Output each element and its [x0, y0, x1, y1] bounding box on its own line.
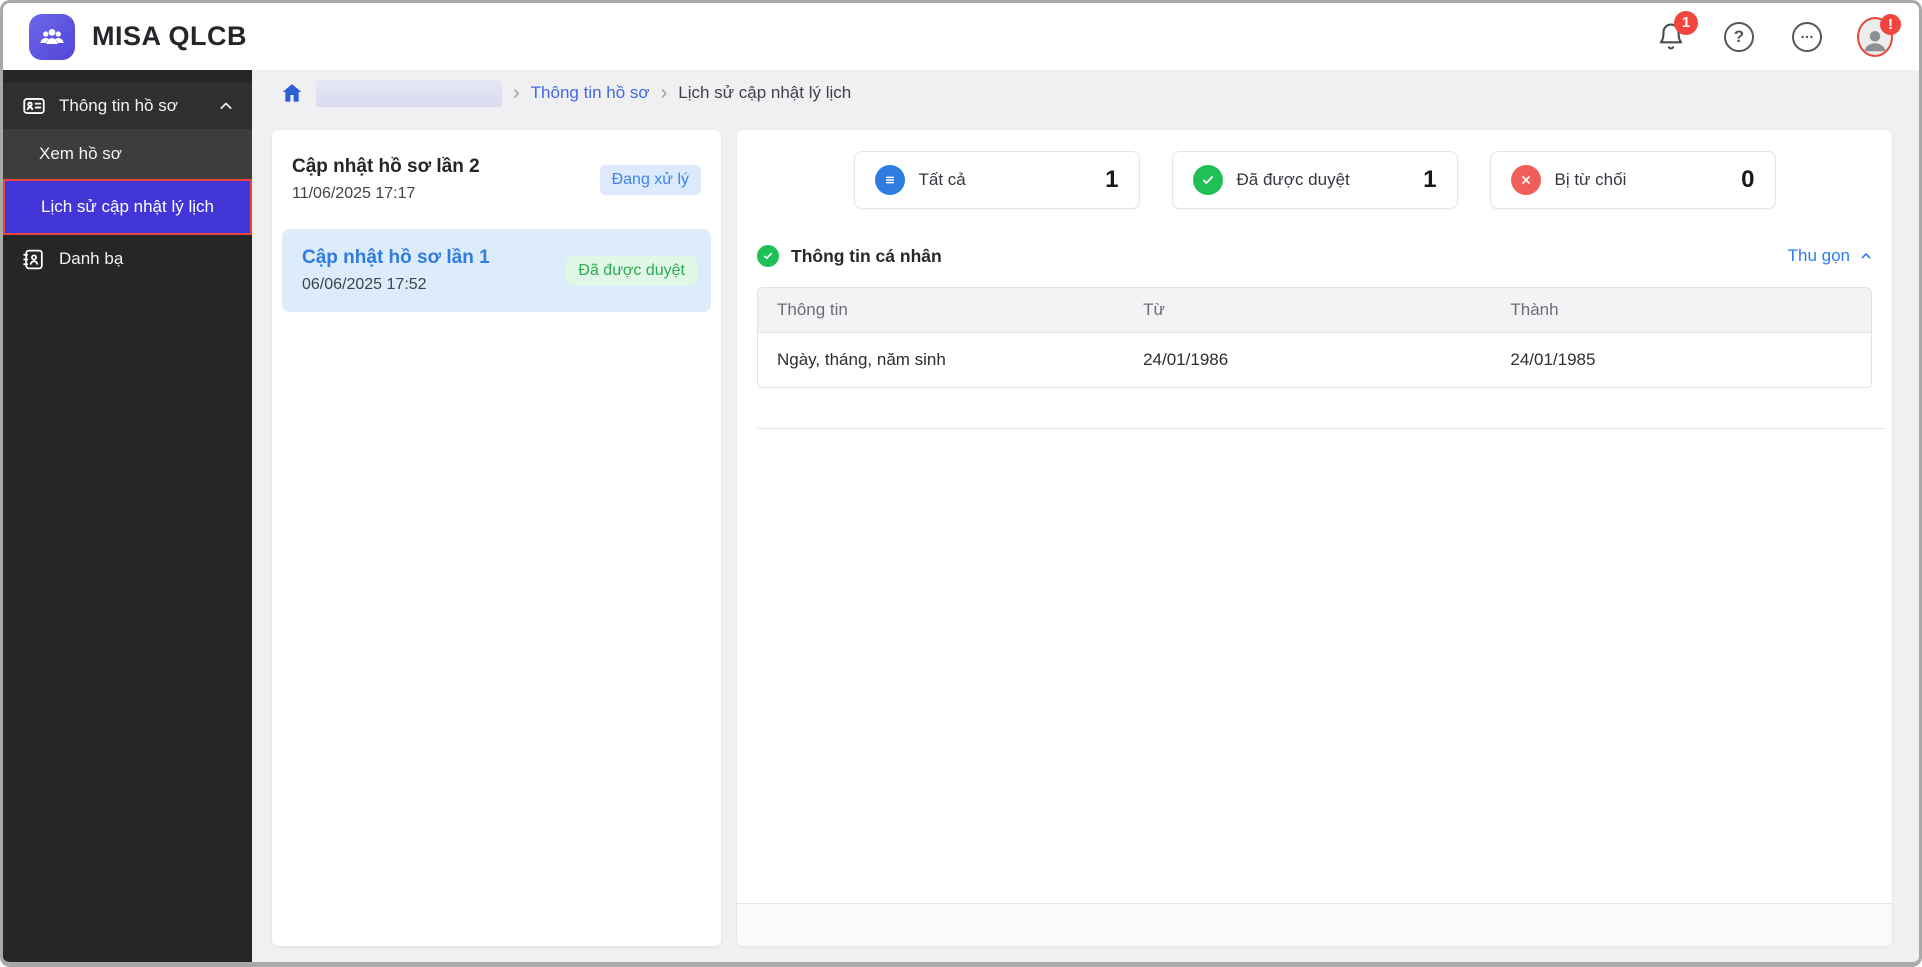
help-button[interactable]: ?: [1721, 19, 1757, 55]
breadcrumb-current: Lịch sử cập nhật lý lịch: [678, 83, 852, 102]
section-title: Thông tin cá nhân: [791, 245, 942, 266]
sidebar-item-thong-tin-ho-so[interactable]: Thông tin hồ sơ: [3, 82, 252, 129]
sidebar-item-label: Lịch sử cập nhật lý lịch: [41, 197, 214, 216]
sidebar-item-xem-ho-so[interactable]: Xem hồ sơ: [3, 129, 252, 179]
breadcrumb-separator: ›: [660, 82, 668, 104]
stat-label: Đã được duyệt: [1236, 170, 1350, 189]
stat-value: 0: [1741, 166, 1755, 193]
stat-label: Bị từ chối: [1554, 170, 1627, 189]
status-badge-processing: Đang xử lý: [599, 164, 701, 195]
breadcrumb-link-thong-tin-ho-so[interactable]: Thông tin hồ sơ: [531, 83, 650, 103]
notification-count-badge: 1: [1674, 10, 1698, 35]
notifications-button[interactable]: 1: [1653, 10, 1698, 55]
changes-table: Thông tin Từ Thành Ngày, tháng, năm sinh…: [757, 287, 1872, 388]
id-card-icon: [23, 97, 45, 114]
history-item-date: 06/06/2025 17:52: [302, 276, 427, 293]
x-circle-icon: [1510, 165, 1541, 195]
breadcrumb: › Thông tin hồ sơ › Lịch sử cập nhật lý …: [252, 70, 1919, 116]
section-divider: [757, 428, 1884, 429]
table-cell-from: 24/01/1986: [1143, 350, 1229, 369]
sidebar-item-label: Thông tin hồ sơ: [59, 95, 178, 115]
list-icon: [874, 165, 905, 195]
stat-value: 1: [1423, 166, 1437, 193]
app-window: MISA QLCB 1 ? ! Thông tin hồ sơ Xem hồ s…: [0, 0, 1922, 967]
history-item-title: Cập nhật hồ sơ lần 2: [292, 156, 480, 177]
history-item-texts: Cập nhật hồ sơ lần 1 06/06/2025 17:52: [302, 247, 566, 294]
stat-card-approved[interactable]: Đã được duyệt 1: [1171, 151, 1458, 209]
people-icon: [40, 28, 64, 44]
history-item-date: 11/06/2025 17:17: [292, 185, 416, 202]
history-list-panel: Cập nhật hồ sơ lần 2 11/06/2025 17:17 Đa…: [272, 130, 721, 946]
stat-value: 1: [1105, 166, 1119, 193]
chevron-up-icon: [220, 102, 232, 109]
history-item-1-selected[interactable]: Cập nhật hồ sơ lần 1 06/06/2025 17:52 Đã…: [282, 229, 711, 312]
stat-label: Tất cả: [918, 170, 966, 189]
chevron-up-icon: [1861, 253, 1871, 259]
table-header-thong-tin: Thông tin: [777, 300, 848, 319]
app-logo: [29, 13, 75, 60]
table-header-row: Thông tin Từ Thành: [758, 288, 1871, 332]
breadcrumb-separator: ›: [513, 82, 520, 104]
history-item-title: Cập nhật hồ sơ lần 1: [302, 247, 490, 268]
table-row: Ngày, tháng, năm sinh 24/01/1986 24/01/1…: [758, 332, 1871, 387]
brand-title: MISA QLCB: [92, 21, 247, 51]
collapse-toggle[interactable]: Thu gọn: [1788, 246, 1874, 266]
history-item-texts: Cập nhật hồ sơ lần 2 11/06/2025 17:17: [292, 156, 600, 203]
home-icon[interactable]: [280, 81, 305, 106]
breadcrumb-redacted-item[interactable]: [316, 79, 502, 107]
check-circle-icon: [757, 245, 779, 267]
address-book-icon: [23, 249, 43, 269]
stat-card-all[interactable]: Tất cả 1: [853, 151, 1140, 209]
history-detail-panel: Tất cả 1 Đã được duyệt 1 Bị từ chối 0 Th…: [737, 130, 1892, 946]
sidebar-item-danh-ba[interactable]: Danh bạ: [3, 235, 252, 283]
status-badge-approved: Đã được duyệt: [566, 255, 697, 286]
sidebar-item-label: Danh bạ: [59, 249, 124, 268]
table-cell-field: Ngày, tháng, năm sinh: [777, 350, 946, 369]
account-alert-badge: !: [1880, 13, 1901, 35]
detail-panel-footer: [737, 903, 1892, 946]
table-cell-to: 24/01/1985: [1510, 350, 1596, 369]
main-area: › Thông tin hồ sơ › Lịch sử cập nhật lý …: [252, 70, 1919, 962]
ellipsis-icon: [1792, 21, 1822, 52]
collapse-label: Thu gọn: [1787, 246, 1850, 265]
content-panels: Cập nhật hồ sơ lần 2 11/06/2025 17:17 Đa…: [272, 130, 1892, 946]
sidebar: Thông tin hồ sơ Xem hồ sơ Lịch sử cập nh…: [3, 70, 252, 962]
stat-card-rejected[interactable]: Bị từ chối 0: [1489, 151, 1776, 209]
table-header-thanh: Thành: [1510, 300, 1559, 319]
more-button[interactable]: [1789, 19, 1825, 55]
section-header-personal-info: Thông tin cá nhân Thu gọn: [757, 245, 1874, 267]
check-circle-icon: [1192, 165, 1223, 195]
sidebar-item-label: Xem hồ sơ: [39, 144, 122, 163]
account-button[interactable]: !: [1857, 13, 1901, 57]
table-header-tu: Từ: [1143, 300, 1165, 319]
sidebar-item-lich-su-cap-nhat-ly-lich[interactable]: Lịch sử cập nhật lý lịch: [3, 179, 252, 235]
top-bar: MISA QLCB 1 ? !: [3, 3, 1919, 70]
history-item-2[interactable]: Cập nhật hồ sơ lần 2 11/06/2025 17:17 Đa…: [272, 130, 721, 221]
question-icon: ?: [1724, 21, 1754, 52]
topbar-actions: 1 ? !: [1653, 10, 1901, 57]
status-summary-row: Tất cả 1 Đã được duyệt 1 Bị từ chối 0: [737, 151, 1892, 209]
